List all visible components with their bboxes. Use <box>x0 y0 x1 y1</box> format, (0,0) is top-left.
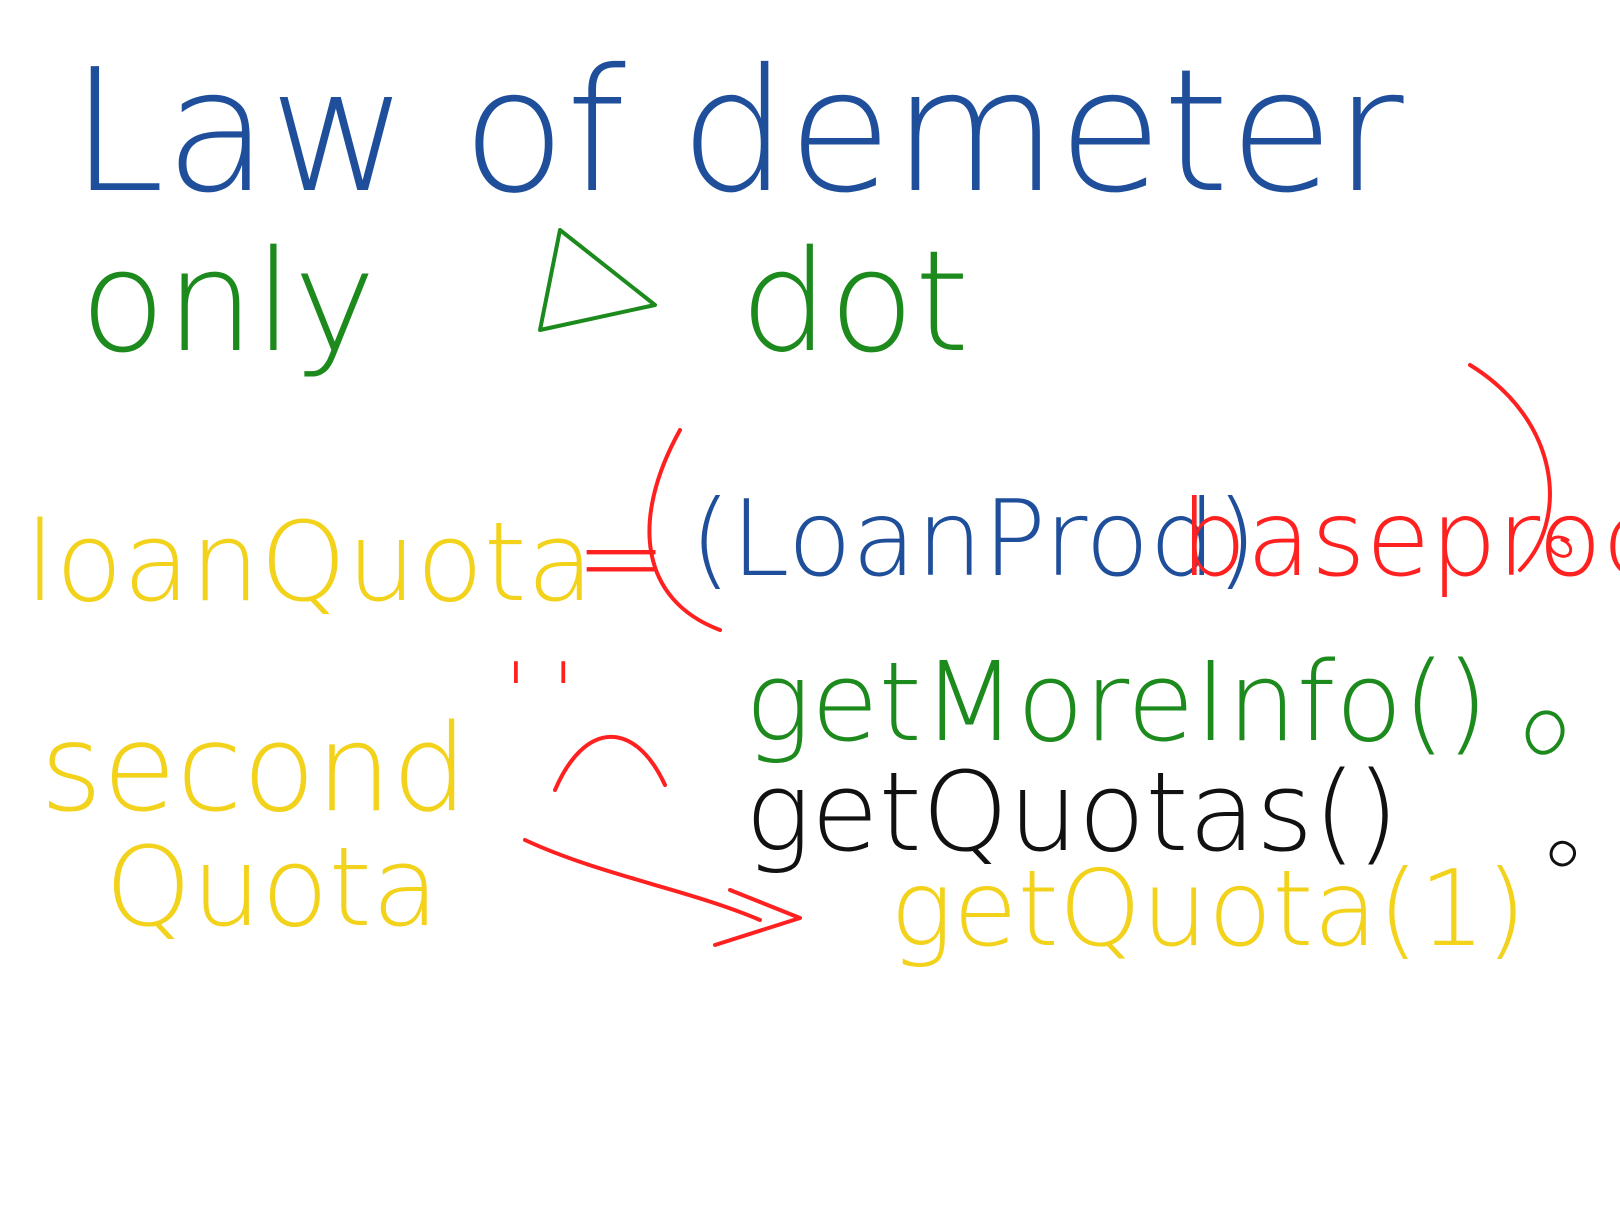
cast-text: (LoanProd) <box>690 478 1257 600</box>
call3-text: getQuota(1) <box>890 848 1526 970</box>
note-line2-text: Quota <box>105 823 439 951</box>
lhs-text: loanQuota <box>25 498 594 626</box>
ink-layer: Law of demeter only dot loanQuota = (Loa… <box>25 33 1620 970</box>
call1-text: getMoreInfo() <box>745 638 1489 766</box>
black-dot-icon <box>1549 840 1577 867</box>
triangle-hint-icon <box>538 228 657 332</box>
green-dot-icon <box>1525 710 1565 755</box>
rule-prefix-text: only <box>80 221 376 384</box>
sad-face-mouth-icon <box>553 734 667 792</box>
title-text: Law of demeter <box>70 33 1404 231</box>
sad-face-eyes-text: ' ' <box>505 646 574 739</box>
whiteboard-canvas: Law of demeter only dot loanQuota = (Loa… <box>25 33 1620 970</box>
note-line1-text: second <box>40 700 468 839</box>
rule-suffix-text: dot <box>740 221 969 384</box>
